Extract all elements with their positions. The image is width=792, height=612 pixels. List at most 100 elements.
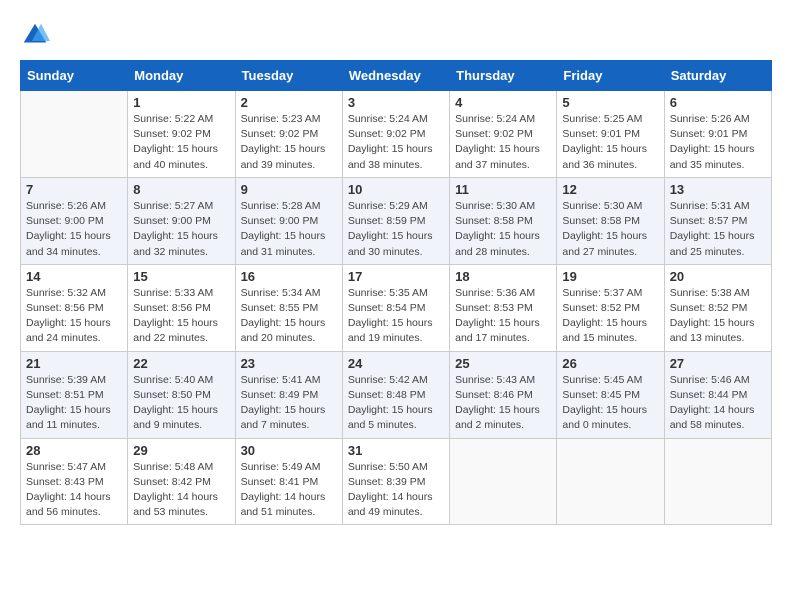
day-info: Sunrise: 5:24 AM Sunset: 9:02 PM Dayligh… xyxy=(348,112,444,173)
day-info: Sunrise: 5:23 AM Sunset: 9:02 PM Dayligh… xyxy=(241,112,337,173)
day-info: Sunrise: 5:22 AM Sunset: 9:02 PM Dayligh… xyxy=(133,112,229,173)
day-number: 24 xyxy=(348,356,444,371)
day-number: 31 xyxy=(348,443,444,458)
day-number: 28 xyxy=(26,443,122,458)
logo xyxy=(20,20,54,50)
day-cell: 5 Sunrise: 5:25 AM Sunset: 9:01 PM Daylig… xyxy=(557,91,664,178)
day-cell: 10 Sunrise: 5:29 AM Sunset: 8:59 PM Dayli… xyxy=(342,177,449,264)
day-cell: 14 Sunrise: 5:32 AM Sunset: 8:56 PM Dayli… xyxy=(21,264,128,351)
day-info: Sunrise: 5:42 AM Sunset: 8:48 PM Dayligh… xyxy=(348,373,444,434)
day-info: Sunrise: 5:25 AM Sunset: 9:01 PM Dayligh… xyxy=(562,112,658,173)
weekday-header-tuesday: Tuesday xyxy=(235,61,342,91)
week-row-5: 28 Sunrise: 5:47 AM Sunset: 8:43 PM Dayli… xyxy=(21,438,772,525)
day-cell: 24 Sunrise: 5:42 AM Sunset: 8:48 PM Dayli… xyxy=(342,351,449,438)
day-info: Sunrise: 5:26 AM Sunset: 9:01 PM Dayligh… xyxy=(670,112,766,173)
day-info: Sunrise: 5:46 AM Sunset: 8:44 PM Dayligh… xyxy=(670,373,766,434)
day-number: 2 xyxy=(241,95,337,110)
day-number: 10 xyxy=(348,182,444,197)
day-cell: 29Sunrise: 5:48 AM Sunset: 8:42 PM Dayli… xyxy=(128,438,235,525)
day-cell: 3 Sunrise: 5:24 AM Sunset: 9:02 PM Daylig… xyxy=(342,91,449,178)
day-number: 20 xyxy=(670,269,766,284)
day-number: 19 xyxy=(562,269,658,284)
day-cell: 1 Sunrise: 5:22 AM Sunset: 9:02 PM Daylig… xyxy=(128,91,235,178)
weekday-header-sunday: Sunday xyxy=(21,61,128,91)
day-cell: 2 Sunrise: 5:23 AM Sunset: 9:02 PM Daylig… xyxy=(235,91,342,178)
day-cell: 8 Sunrise: 5:27 AM Sunset: 9:00 PM Daylig… xyxy=(128,177,235,264)
day-number: 14 xyxy=(26,269,122,284)
day-info: Sunrise: 5:43 AM Sunset: 8:46 PM Dayligh… xyxy=(455,373,551,434)
day-info: Sunrise: 5:40 AM Sunset: 8:50 PM Dayligh… xyxy=(133,373,229,434)
day-number: 6 xyxy=(670,95,766,110)
day-number: 15 xyxy=(133,269,229,284)
week-row-4: 21Sunrise: 5:39 AM Sunset: 8:51 PM Dayli… xyxy=(21,351,772,438)
day-cell: 7 Sunrise: 5:26 AM Sunset: 9:00 PM Daylig… xyxy=(21,177,128,264)
day-cell: 19 Sunrise: 5:37 AM Sunset: 8:52 PM Dayli… xyxy=(557,264,664,351)
day-info: Sunrise: 5:48 AM Sunset: 8:42 PM Dayligh… xyxy=(133,460,229,521)
day-info: Sunrise: 5:47 AM Sunset: 8:43 PM Dayligh… xyxy=(26,460,122,521)
calendar-table: SundayMondayTuesdayWednesdayThursdayFrid… xyxy=(20,60,772,525)
day-number: 18 xyxy=(455,269,551,284)
day-info: Sunrise: 5:38 AM Sunset: 8:52 PM Dayligh… xyxy=(670,286,766,347)
day-number: 12 xyxy=(562,182,658,197)
day-info: Sunrise: 5:33 AM Sunset: 8:56 PM Dayligh… xyxy=(133,286,229,347)
day-number: 30 xyxy=(241,443,337,458)
day-number: 4 xyxy=(455,95,551,110)
day-number: 7 xyxy=(26,182,122,197)
day-number: 16 xyxy=(241,269,337,284)
day-info: Sunrise: 5:34 AM Sunset: 8:55 PM Dayligh… xyxy=(241,286,337,347)
day-cell: 20 Sunrise: 5:38 AM Sunset: 8:52 PM Dayli… xyxy=(664,264,771,351)
day-cell: 17Sunrise: 5:35 AM Sunset: 8:54 PM Dayli… xyxy=(342,264,449,351)
day-cell: 11 Sunrise: 5:30 AM Sunset: 8:58 PM Dayli… xyxy=(450,177,557,264)
weekday-header-wednesday: Wednesday xyxy=(342,61,449,91)
day-cell: 9Sunrise: 5:28 AM Sunset: 9:00 PM Daylig… xyxy=(235,177,342,264)
day-cell: 4Sunrise: 5:24 AM Sunset: 9:02 PM Daylig… xyxy=(450,91,557,178)
day-cell: 22 Sunrise: 5:40 AM Sunset: 8:50 PM Dayli… xyxy=(128,351,235,438)
day-number: 11 xyxy=(455,182,551,197)
day-number: 8 xyxy=(133,182,229,197)
day-cell: 27 Sunrise: 5:46 AM Sunset: 8:44 PM Dayli… xyxy=(664,351,771,438)
day-info: Sunrise: 5:32 AM Sunset: 8:56 PM Dayligh… xyxy=(26,286,122,347)
day-cell xyxy=(664,438,771,525)
logo-icon xyxy=(20,20,50,50)
day-cell: 26 Sunrise: 5:45 AM Sunset: 8:45 PM Dayli… xyxy=(557,351,664,438)
day-info: Sunrise: 5:36 AM Sunset: 8:53 PM Dayligh… xyxy=(455,286,551,347)
weekday-header-row: SundayMondayTuesdayWednesdayThursdayFrid… xyxy=(21,61,772,91)
day-number: 5 xyxy=(562,95,658,110)
day-number: 22 xyxy=(133,356,229,371)
day-cell: 31 Sunrise: 5:50 AM Sunset: 8:39 PM Dayli… xyxy=(342,438,449,525)
week-row-3: 14 Sunrise: 5:32 AM Sunset: 8:56 PM Dayli… xyxy=(21,264,772,351)
day-cell xyxy=(21,91,128,178)
day-cell: 6 Sunrise: 5:26 AM Sunset: 9:01 PM Daylig… xyxy=(664,91,771,178)
day-number: 13 xyxy=(670,182,766,197)
day-cell: 15 Sunrise: 5:33 AM Sunset: 8:56 PM Dayli… xyxy=(128,264,235,351)
day-cell: 21Sunrise: 5:39 AM Sunset: 8:51 PM Dayli… xyxy=(21,351,128,438)
day-number: 27 xyxy=(670,356,766,371)
day-number: 21 xyxy=(26,356,122,371)
day-cell: 23Sunrise: 5:41 AM Sunset: 8:49 PM Dayli… xyxy=(235,351,342,438)
day-number: 1 xyxy=(133,95,229,110)
day-cell: 12 Sunrise: 5:30 AM Sunset: 8:58 PM Dayli… xyxy=(557,177,664,264)
day-info: Sunrise: 5:30 AM Sunset: 8:58 PM Dayligh… xyxy=(562,199,658,260)
weekday-header-monday: Monday xyxy=(128,61,235,91)
week-row-1: 1 Sunrise: 5:22 AM Sunset: 9:02 PM Daylig… xyxy=(21,91,772,178)
day-info: Sunrise: 5:37 AM Sunset: 8:52 PM Dayligh… xyxy=(562,286,658,347)
day-info: Sunrise: 5:29 AM Sunset: 8:59 PM Dayligh… xyxy=(348,199,444,260)
day-cell: 18 Sunrise: 5:36 AM Sunset: 8:53 PM Dayli… xyxy=(450,264,557,351)
day-info: Sunrise: 5:45 AM Sunset: 8:45 PM Dayligh… xyxy=(562,373,658,434)
day-info: Sunrise: 5:35 AM Sunset: 8:54 PM Dayligh… xyxy=(348,286,444,347)
weekday-header-thursday: Thursday xyxy=(450,61,557,91)
day-info: Sunrise: 5:41 AM Sunset: 8:49 PM Dayligh… xyxy=(241,373,337,434)
day-info: Sunrise: 5:30 AM Sunset: 8:58 PM Dayligh… xyxy=(455,199,551,260)
day-info: Sunrise: 5:49 AM Sunset: 8:41 PM Dayligh… xyxy=(241,460,337,521)
day-cell: 13Sunrise: 5:31 AM Sunset: 8:57 PM Dayli… xyxy=(664,177,771,264)
day-number: 26 xyxy=(562,356,658,371)
day-number: 3 xyxy=(348,95,444,110)
day-info: Sunrise: 5:50 AM Sunset: 8:39 PM Dayligh… xyxy=(348,460,444,521)
day-info: Sunrise: 5:27 AM Sunset: 9:00 PM Dayligh… xyxy=(133,199,229,260)
weekday-header-friday: Friday xyxy=(557,61,664,91)
day-cell: 30 Sunrise: 5:49 AM Sunset: 8:41 PM Dayli… xyxy=(235,438,342,525)
day-info: Sunrise: 5:26 AM Sunset: 9:00 PM Dayligh… xyxy=(26,199,122,260)
day-cell: 16 Sunrise: 5:34 AM Sunset: 8:55 PM Dayli… xyxy=(235,264,342,351)
day-cell: 25Sunrise: 5:43 AM Sunset: 8:46 PM Dayli… xyxy=(450,351,557,438)
day-info: Sunrise: 5:28 AM Sunset: 9:00 PM Dayligh… xyxy=(241,199,337,260)
